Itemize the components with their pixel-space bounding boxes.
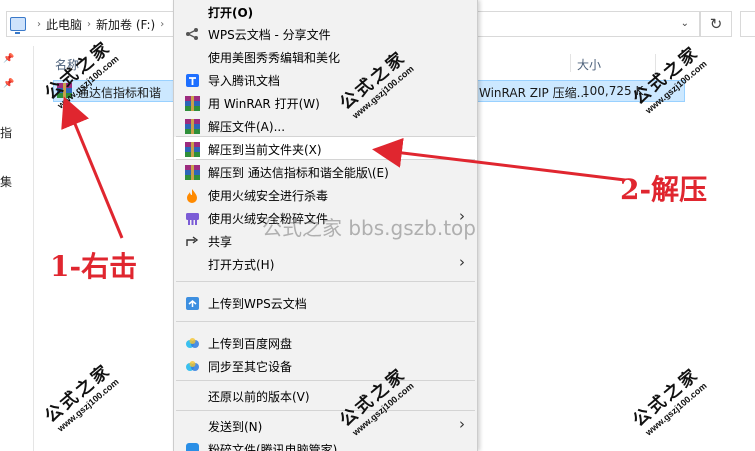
instruction-arrows [61, 96, 626, 239]
arrow-step1 [61, 96, 124, 239]
arrow-step2 [372, 138, 626, 182]
annotation-step2: 2-解压 [620, 173, 708, 206]
annotation-step1: 1-右击 [50, 250, 138, 283]
